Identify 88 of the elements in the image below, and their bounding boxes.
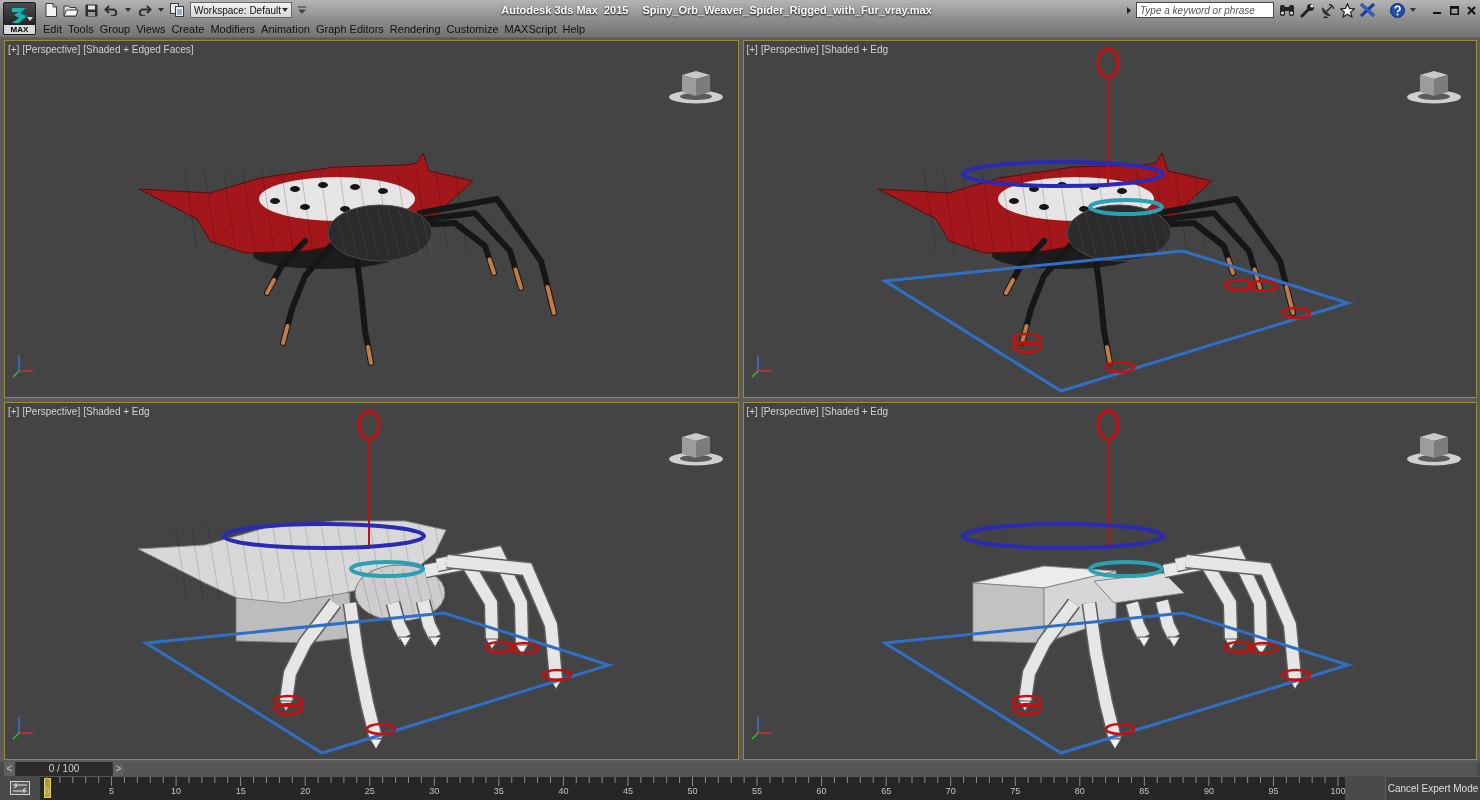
viewport-label[interactable]: [Shaded + Edg: [821, 44, 889, 56]
frame-number: 30: [429, 786, 440, 797]
menu-item[interactable]: Help: [561, 21, 587, 36]
cancel-expert-mode-button[interactable]: Cancel Expert Mode: [1385, 776, 1480, 800]
save-icon[interactable]: [85, 3, 98, 17]
viewport[interactable]: [+] [Perspective] [Shaded + Edg: [742, 40, 1477, 398]
viewport-label[interactable]: [Perspective]: [22, 44, 81, 56]
viewport[interactable]: [+] [Perspective] [Shaded + Edged Faces]: [4, 40, 739, 398]
app-title: Autodesk 3ds Max 2015: [501, 2, 629, 18]
project-folder-icon[interactable]: [170, 3, 184, 17]
menu-item[interactable]: Views: [135, 21, 167, 36]
track-bar[interactable]: 0 5 10 15 20 25 30 35 40 45 50 55 60 65 70 75 80 85 90 95 100: [40, 776, 1345, 800]
current-frame-marker[interactable]: [43, 778, 51, 798]
menu-item[interactable]: Tools: [66, 21, 95, 36]
viewport[interactable]: [+] [Perspective] [Shaded + Edg: [4, 402, 739, 760]
frame-number: 100: [1330, 786, 1346, 797]
caret-icon[interactable]: [27, 17, 33, 21]
frame-number: 90: [1203, 786, 1214, 797]
curve-editor-toggle-icon[interactable]: [10, 781, 30, 795]
frame-number: 70: [945, 786, 956, 797]
menu-item[interactable]: Rendering: [388, 21, 442, 36]
app-logo-icon: [9, 6, 30, 24]
viewport-label[interactable]: [Shaded + Edg: [821, 406, 889, 418]
menu-item[interactable]: Edit: [42, 21, 63, 36]
frame-number: 0: [44, 786, 50, 797]
open-folder-icon[interactable]: [63, 3, 79, 17]
redo-icon[interactable]: [137, 4, 152, 16]
frame-number: 60: [816, 786, 827, 797]
satellite-dish-icon[interactable]: [1320, 2, 1335, 18]
viewport-label[interactable]: [Shaded + Edg: [83, 406, 150, 418]
frame-number: 5: [109, 786, 115, 797]
viewcube-icon[interactable]: [667, 68, 724, 104]
undo-icon[interactable]: [104, 4, 119, 16]
frame-number: 40: [558, 786, 569, 797]
frame-number: 80: [1074, 786, 1085, 797]
expand-arrow-icon[interactable]: [1127, 6, 1131, 14]
menu-item[interactable]: Animation: [260, 21, 311, 36]
viewport[interactable]: [+] [Perspective] [Shaded + Edg: [742, 402, 1477, 760]
menu-item[interactable]: MAXScript: [503, 21, 558, 36]
frame-number: 15: [235, 786, 246, 797]
close-icon[interactable]: [1467, 5, 1476, 15]
frame-number: 45: [622, 786, 633, 797]
help-icon[interactable]: [1390, 2, 1405, 18]
frame-number: 95: [1268, 786, 1279, 797]
frame-number: 85: [1139, 786, 1150, 797]
frame-number: 10: [171, 786, 182, 797]
search-field[interactable]: Type a keyword or phrase: [1136, 2, 1274, 18]
new-file-icon[interactable]: [45, 3, 57, 17]
maximize-icon[interactable]: [1450, 5, 1459, 15]
frame-readout[interactable]: 0 / 100: [16, 762, 112, 776]
caret-icon[interactable]: [158, 8, 164, 12]
previous-frame-button[interactable]: <: [4, 762, 16, 776]
next-frame-button[interactable]: >: [112, 762, 124, 776]
caret-icon[interactable]: [1410, 8, 1416, 12]
frame-number: 25: [364, 786, 375, 797]
menu-item[interactable]: Group: [98, 21, 132, 36]
viewport-label[interactable]: [Perspective]: [760, 406, 819, 418]
frame-number: 65: [881, 786, 892, 797]
viewport-label[interactable]: [+]: [746, 44, 758, 56]
workspace-dropdown[interactable]: Workspace: Default: [190, 2, 292, 18]
viewport-label[interactable]: [Perspective]: [760, 44, 819, 56]
viewport-label[interactable]: [Shaded + Edged Faces]: [83, 44, 194, 56]
viewport-label[interactable]: [+]: [8, 44, 20, 56]
menu-item[interactable]: Customize: [445, 21, 500, 36]
menu-item[interactable]: Modifiers: [209, 21, 257, 36]
menu-item[interactable]: Create: [170, 21, 206, 36]
viewport-label[interactable]: [Perspective]: [22, 406, 81, 418]
file-name: Spiny_Orb_Weaver_Spider_Rigged_with_Fur_vray.max: [642, 2, 932, 18]
customize-toolbar-icon[interactable]: [298, 5, 306, 15]
viewcube-icon[interactable]: [667, 430, 724, 466]
viewport-label[interactable]: [+]: [8, 406, 20, 418]
star-icon[interactable]: [1340, 2, 1355, 18]
frame-number: 55: [752, 786, 763, 797]
wrench-icon[interactable]: [1300, 2, 1315, 18]
frame-number: 75: [1010, 786, 1021, 797]
cross-logo-icon[interactable]: [1360, 3, 1375, 17]
caret-icon[interactable]: [125, 8, 131, 12]
frame-number: 50: [687, 786, 698, 797]
viewcube-icon[interactable]: [1406, 430, 1462, 466]
binoculars-icon[interactable]: [1279, 3, 1295, 17]
application-button[interactable]: MAX: [3, 2, 36, 35]
menu-item[interactable]: Graph Editors: [314, 21, 385, 36]
frame-number: 20: [300, 786, 311, 797]
frame-number: 35: [493, 786, 504, 797]
caret-icon[interactable]: [282, 8, 288, 12]
viewport-label[interactable]: [+]: [746, 406, 758, 418]
time-slider-track[interactable]: < 0 / 100 >: [4, 762, 1477, 776]
viewcube-icon[interactable]: [1406, 68, 1462, 104]
